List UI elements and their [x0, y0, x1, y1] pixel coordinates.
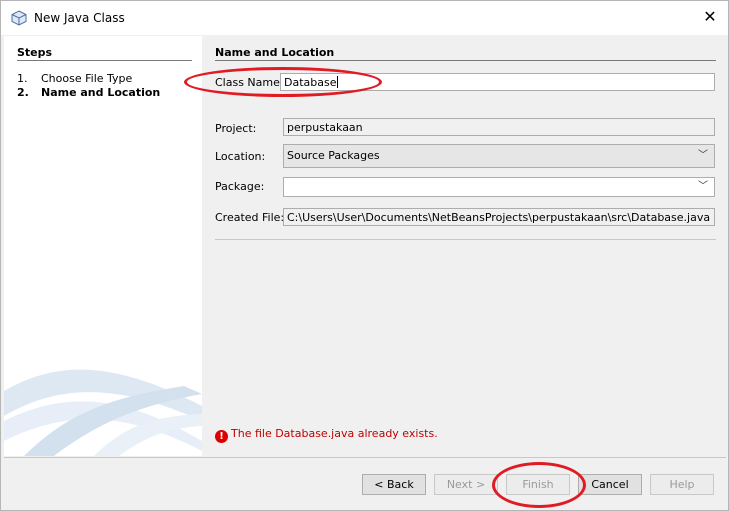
chevron-down-icon: ﹀	[698, 181, 708, 192]
back-button[interactable]: < Back	[362, 474, 426, 495]
divider	[17, 60, 192, 61]
window-title: New Java Class	[34, 11, 125, 25]
steps-panel: Steps 1. Choose File Type 2. Name and Loca…	[4, 36, 202, 456]
created-file-label: Created File:	[215, 211, 285, 224]
next-button[interactable]: Next >	[434, 474, 498, 495]
steps-heading: Steps	[17, 46, 53, 59]
chevron-down-icon: ﹀	[698, 150, 708, 161]
package-combobox[interactable]: ﹀	[283, 177, 715, 197]
project-label: Project:	[215, 122, 257, 135]
location-value: Source Packages	[287, 149, 380, 162]
created-file-field: C:\Users\User\Documents\NetBeansProjects…	[283, 208, 715, 226]
package-label: Package:	[215, 180, 265, 193]
divider	[4, 457, 726, 458]
project-field: perpustakaan	[283, 118, 715, 136]
class-name-label: Class Name:	[215, 76, 284, 89]
new-java-class-dialog: New Java Class ✕ Steps 1. Choose File Typ…	[0, 0, 729, 511]
class-name-input[interactable]: Database	[280, 73, 715, 91]
cancel-button[interactable]: Cancel	[578, 474, 642, 495]
divider	[215, 60, 716, 61]
location-label: Location:	[215, 150, 266, 163]
step-label: Choose File Type	[41, 72, 133, 85]
step-choose-file-type: 1. Choose File Type	[17, 72, 132, 85]
step-label: Name and Location	[41, 86, 161, 99]
close-icon[interactable]: ✕	[700, 7, 720, 27]
title-bar: New Java Class ✕	[1, 1, 728, 35]
section-heading: Name and Location	[215, 46, 335, 59]
finish-button[interactable]: Finish	[506, 474, 570, 495]
help-button[interactable]: Help	[650, 474, 714, 495]
text-cursor	[336, 76, 338, 88]
netbeans-cube-icon	[11, 10, 27, 26]
name-location-panel: Name and Location Class Name: Database P…	[203, 36, 728, 456]
netbeans-watermark-graphic	[4, 369, 202, 456]
divider	[215, 239, 716, 240]
step-name-and-location: 2. Name and Location	[17, 86, 160, 99]
class-name-value: Database	[284, 76, 337, 89]
error-message: ! The file Database.java already exists.	[215, 427, 438, 443]
location-dropdown[interactable]: Source Packages ﹀	[283, 144, 715, 168]
step-number: 1.	[17, 72, 28, 85]
step-number: 2.	[17, 86, 29, 99]
error-text: The file Database.java already exists.	[231, 427, 438, 440]
error-icon: !	[215, 430, 228, 443]
